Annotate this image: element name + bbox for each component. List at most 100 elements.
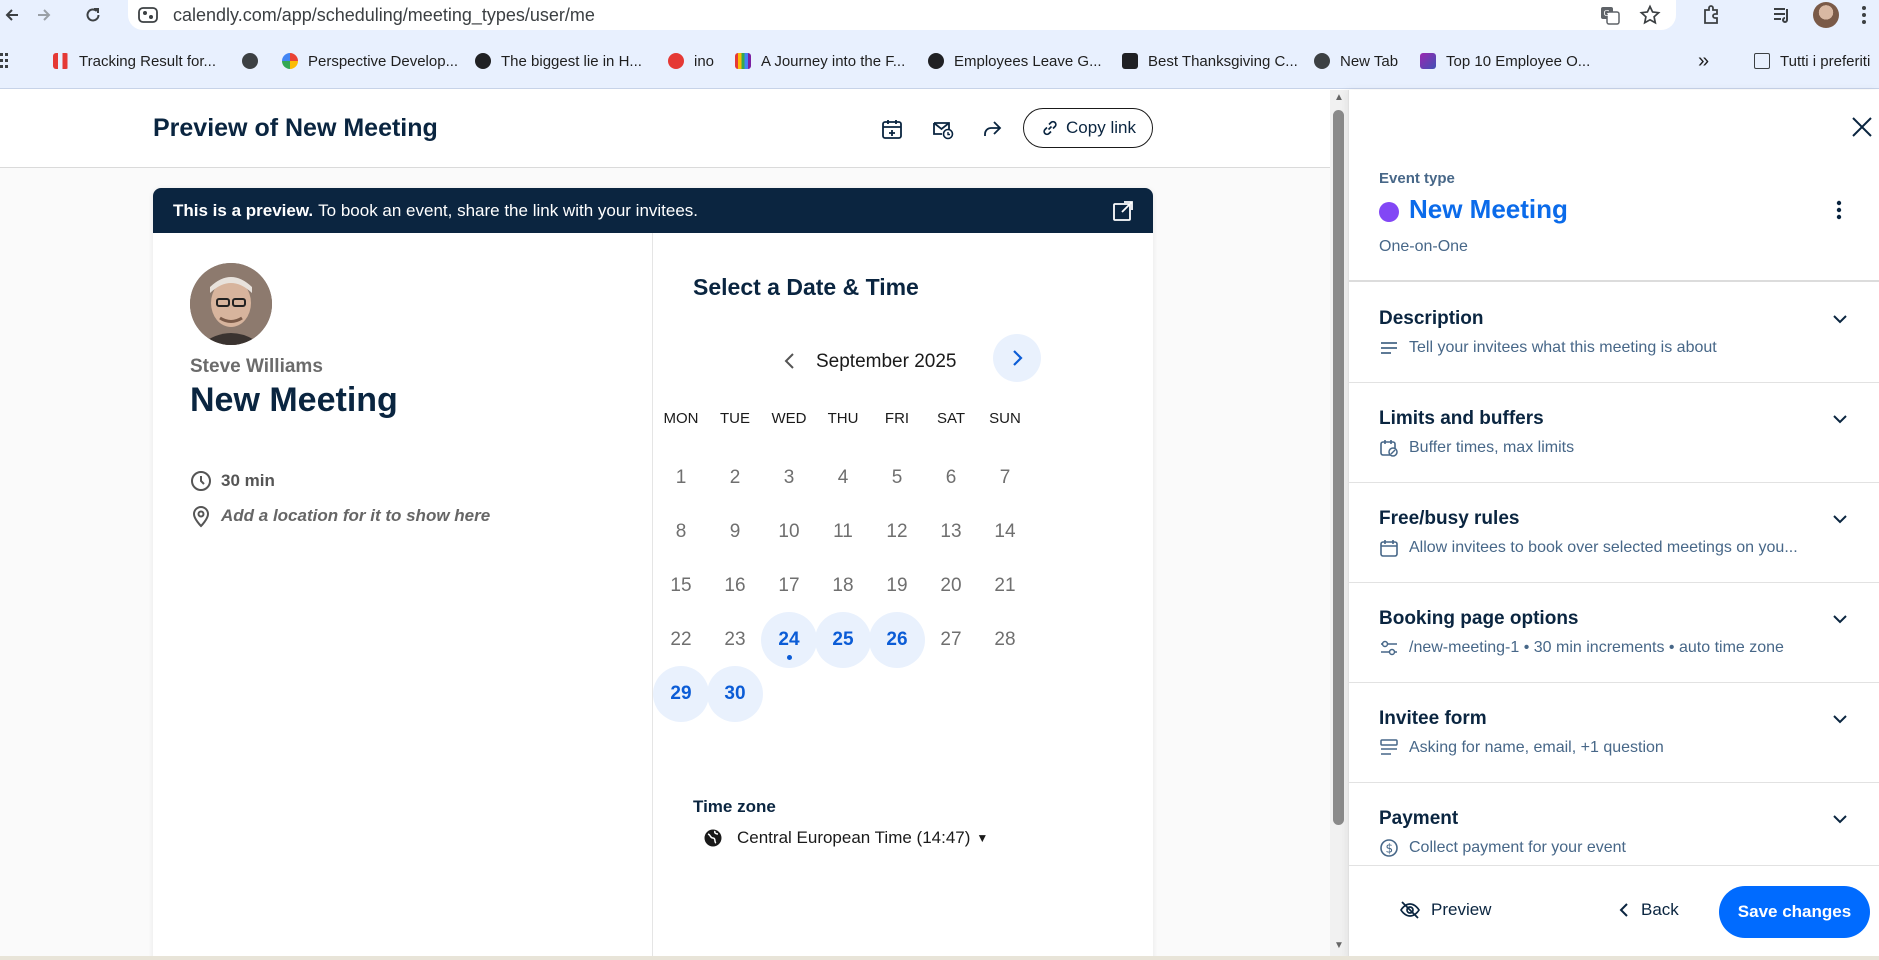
calendar-day: 27 bbox=[940, 629, 962, 650]
calendar-day: 6 bbox=[945, 467, 957, 488]
settings-section-free-busy-rules[interactable]: Free/busy rules Allow invitees to book ov… bbox=[1349, 482, 1879, 582]
calendar-day: 18 bbox=[832, 575, 854, 596]
section-summary: Tell your invitees what this meeting is … bbox=[1379, 338, 1717, 358]
calendar-day-available[interactable]: 29 bbox=[653, 666, 709, 722]
chevron-down-icon[interactable] bbox=[1829, 608, 1851, 630]
calendar-day: 16 bbox=[724, 575, 746, 596]
bookmark-item[interactable]: Best Thanksgiving C... bbox=[1122, 50, 1298, 72]
calendar-day-available[interactable]: 26 bbox=[869, 612, 925, 668]
bookmark-item[interactable]: A Journey into the F... bbox=[735, 50, 905, 72]
chevron-down-icon[interactable] bbox=[1829, 708, 1851, 730]
form-icon bbox=[1380, 739, 1398, 755]
calendar-day: 13 bbox=[940, 521, 962, 542]
extensions-icon[interactable] bbox=[1700, 3, 1724, 27]
calendar-day: 10 bbox=[778, 521, 800, 542]
bookmark-item[interactable]: The biggest lie in H... bbox=[475, 50, 642, 72]
calendar-day: 2 bbox=[729, 467, 741, 488]
event-type-label: Event type bbox=[1379, 170, 1455, 187]
section-summary: Buffer times, max limits bbox=[1379, 438, 1574, 458]
prev-month-chevron-icon[interactable] bbox=[775, 346, 805, 376]
calendar-day: 7 bbox=[999, 467, 1011, 488]
bookmark-item[interactable]: Top 10 Employee O... bbox=[1420, 50, 1590, 72]
menu-kebab-icon[interactable] bbox=[1852, 3, 1876, 27]
all-bookmarks-folder[interactable]: Tutti i preferiti bbox=[1754, 50, 1870, 72]
bookmarks-overflow-button[interactable]: » bbox=[1698, 50, 1709, 72]
translate-icon[interactable]: G bbox=[1598, 3, 1622, 27]
folder-icon bbox=[1754, 53, 1770, 69]
settings-section-description[interactable]: Description Tell your invitees what this … bbox=[1349, 282, 1879, 382]
share-icon[interactable] bbox=[977, 114, 1007, 144]
save-changes-button[interactable]: Save changes bbox=[1719, 886, 1870, 938]
calendar-day-available[interactable]: 24 bbox=[761, 612, 817, 668]
apps-grid-icon[interactable] bbox=[0, 50, 10, 72]
calendar-day: 23 bbox=[724, 629, 746, 650]
section-title: Payment bbox=[1379, 808, 1459, 829]
more-options-icon[interactable] bbox=[1825, 196, 1853, 224]
host-avatar bbox=[190, 263, 272, 345]
reload-icon[interactable] bbox=[80, 2, 106, 28]
globe-icon bbox=[704, 829, 722, 847]
calendar-day-available[interactable]: 30 bbox=[707, 666, 763, 722]
section-summary: Asking for name, email, +1 question bbox=[1379, 738, 1664, 758]
timezone-select[interactable]: Central European Time (14:47) ▼ bbox=[703, 828, 988, 848]
bookmark-item[interactable] bbox=[242, 50, 268, 72]
calendar-day: 19 bbox=[886, 575, 908, 596]
card-divider bbox=[652, 233, 653, 960]
stripes-icon bbox=[735, 53, 751, 69]
panel-event-name[interactable]: New Meeting bbox=[1409, 194, 1568, 225]
next-month-chevron-icon[interactable] bbox=[993, 334, 1041, 382]
section-title: Free/busy rules bbox=[1379, 508, 1520, 529]
section-title: Limits and buffers bbox=[1379, 408, 1544, 429]
calendar-day: 15 bbox=[670, 575, 692, 596]
settings-section-limits-and-buffers[interactable]: Limits and buffers Buffer times, max limi… bbox=[1349, 382, 1879, 482]
settings-section-invitee-form[interactable]: Invitee form Asking for name, email, +1 q… bbox=[1349, 682, 1879, 782]
settings-section-booking-page-options[interactable]: Booking page options/new-meeting-1 • 30 … bbox=[1349, 582, 1879, 682]
link-icon bbox=[1043, 120, 1057, 136]
site-settings-icon[interactable] bbox=[136, 3, 160, 27]
bookmark-item[interactable]: New Tab bbox=[1314, 50, 1398, 72]
open-external-icon[interactable] bbox=[1111, 199, 1135, 223]
svg-text:G: G bbox=[1604, 9, 1610, 18]
scrollbar-thumb[interactable] bbox=[1333, 110, 1344, 825]
preview-button[interactable]: Preview bbox=[1399, 886, 1491, 934]
chevron-down-icon[interactable] bbox=[1829, 408, 1851, 430]
window-bottom-edge bbox=[0, 956, 1879, 960]
calendar-title: Select a Date & Time bbox=[693, 274, 919, 300]
reading-list-icon[interactable] bbox=[1770, 3, 1794, 27]
google-icon bbox=[282, 53, 298, 69]
back-arrow-icon[interactable] bbox=[0, 2, 26, 28]
weekday-header: SUN bbox=[989, 410, 1021, 427]
copy-link-button[interactable]: Copy link bbox=[1023, 108, 1153, 148]
close-icon[interactable] bbox=[1848, 113, 1876, 141]
globe-icon bbox=[242, 53, 258, 69]
svg-text:$: $ bbox=[1386, 842, 1394, 856]
scroll-up-icon[interactable]: ▲ bbox=[1333, 92, 1345, 104]
bookmark-item[interactable]: ino bbox=[668, 50, 714, 72]
add-to-calendar-icon[interactable] bbox=[877, 114, 907, 144]
month-label: September 2025 bbox=[816, 351, 957, 372]
calendar-day: 22 bbox=[670, 629, 692, 650]
calendar-icon bbox=[1380, 540, 1398, 557]
calendar-day-available[interactable]: 25 bbox=[815, 612, 871, 668]
url-text[interactable]: calendly.com/app/scheduling/meeting_type… bbox=[173, 5, 595, 26]
preview-header: Preview of New Meeting Copy link bbox=[0, 90, 1330, 168]
bookmark-item[interactable]: Tracking Result for... bbox=[53, 50, 216, 72]
chevron-down-icon[interactable] bbox=[1829, 308, 1851, 330]
profile-avatar[interactable] bbox=[1813, 2, 1839, 28]
scroll-down-icon[interactable]: ▼ bbox=[1333, 940, 1345, 952]
bookmark-favicon-icon bbox=[53, 53, 69, 69]
section-title: Invitee form bbox=[1379, 708, 1487, 729]
bookmark-item[interactable]: Perspective Develop... bbox=[282, 50, 458, 72]
s-logo-icon bbox=[1420, 53, 1436, 69]
forward-arrow-icon[interactable] bbox=[30, 2, 56, 28]
chevron-down-icon[interactable] bbox=[1829, 808, 1851, 830]
bookmark-item[interactable]: Employees Leave G... bbox=[928, 50, 1102, 72]
email-schedule-icon[interactable] bbox=[928, 114, 958, 144]
back-button[interactable]: Back bbox=[1619, 886, 1679, 934]
event-color-dot[interactable] bbox=[1379, 202, 1399, 222]
chevron-down-icon[interactable] bbox=[1829, 508, 1851, 530]
hbr-icon bbox=[928, 53, 944, 69]
calendar-day: 3 bbox=[783, 467, 795, 488]
star-icon[interactable] bbox=[1638, 3, 1662, 27]
clock-icon bbox=[191, 471, 211, 491]
